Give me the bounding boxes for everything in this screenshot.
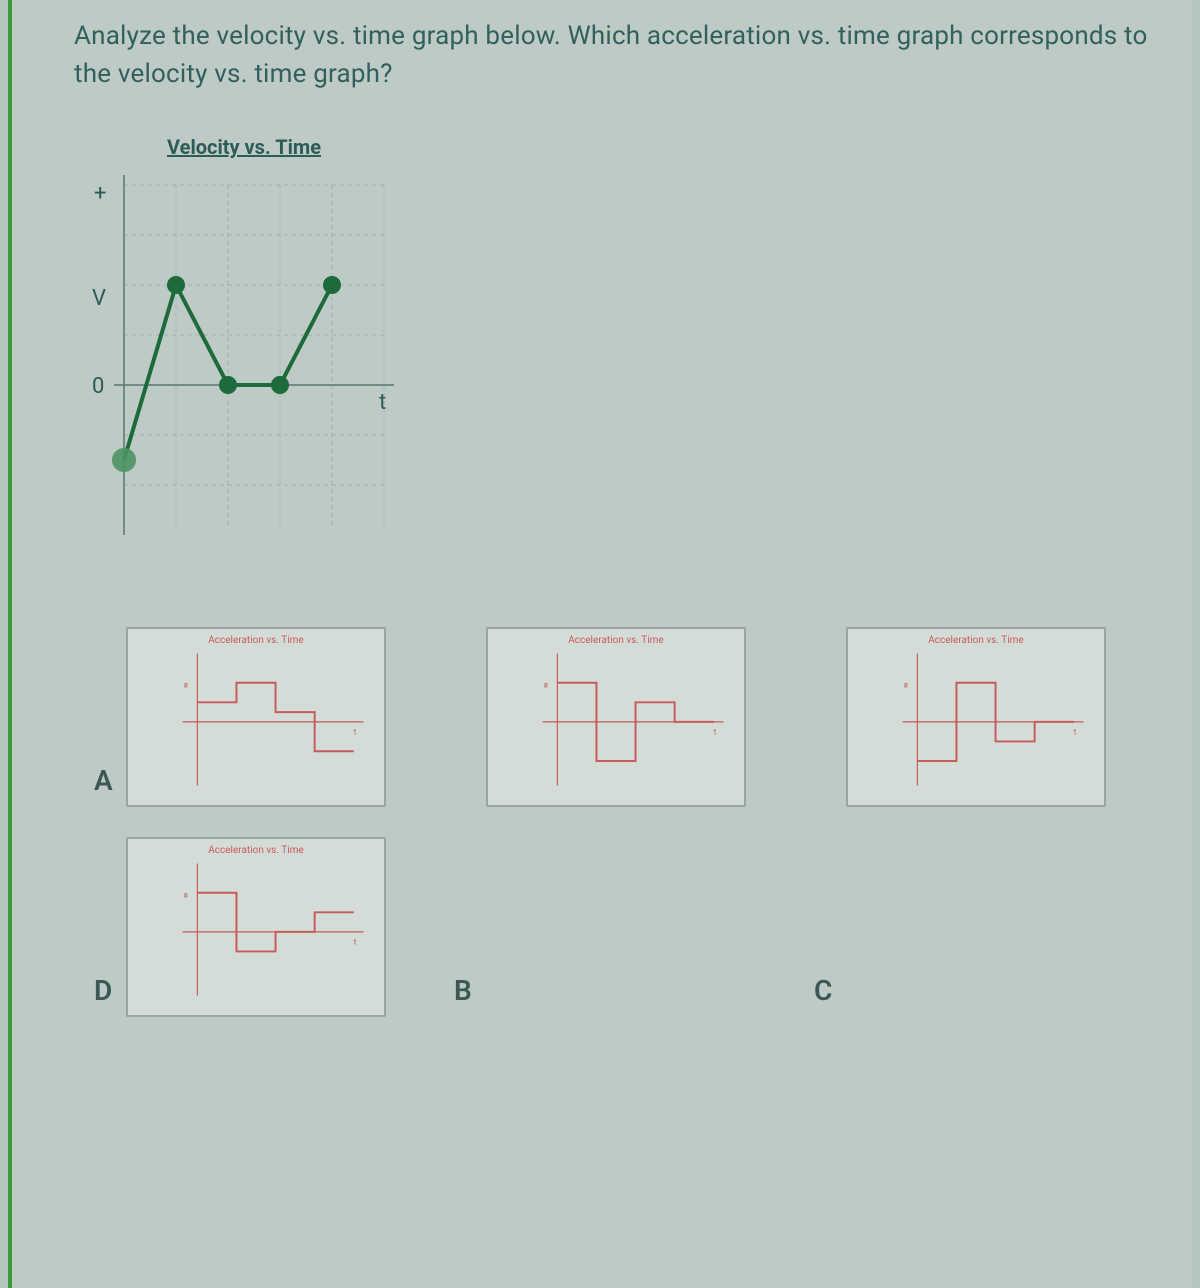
option-d[interactable]: Acceleration vs. Time a t D xyxy=(84,837,404,1017)
y-axis-label: V xyxy=(92,286,106,311)
question-text: Analyze the velocity vs. time graph belo… xyxy=(74,18,1156,93)
svg-text:t: t xyxy=(354,938,357,947)
main-chart-title: Velocity vs. Time xyxy=(84,135,404,159)
option-d-plot: a t xyxy=(128,839,384,1015)
question-frame: Analyze the velocity vs. time graph belo… xyxy=(8,0,1192,1288)
option-c-letter: C xyxy=(814,974,832,1007)
option-a-thumb: Acceleration vs. Time a t xyxy=(126,627,386,807)
option-a[interactable]: Acceleration vs. Time a t A xyxy=(84,627,404,807)
option-d-letter: D xyxy=(94,974,112,1007)
svg-text:t: t xyxy=(354,728,357,737)
svg-text:a: a xyxy=(904,681,908,690)
option-a-plot: a t xyxy=(128,629,384,805)
main-chart: Velocity vs. Time xyxy=(84,135,404,565)
option-c-thumb: Acceleration vs. Time a t xyxy=(846,627,1106,807)
y-zero-label: 0 xyxy=(92,374,104,399)
svg-text:t: t xyxy=(1074,728,1077,737)
option-c[interactable]: Acceleration vs. Time a t C xyxy=(804,627,1124,1017)
option-b-thumb: Acceleration vs. Time a t xyxy=(486,627,746,807)
svg-text:a: a xyxy=(184,891,188,900)
option-a-letter: A xyxy=(94,764,113,797)
option-b-plot: a t xyxy=(488,629,744,805)
svg-text:t: t xyxy=(714,728,717,737)
x-axis-label: t xyxy=(379,390,386,415)
svg-text:a: a xyxy=(544,681,548,690)
option-c-plot: a t xyxy=(848,629,1104,805)
options-row: Acceleration vs. Time a t A Acceleration… xyxy=(84,627,1156,1017)
option-d-thumb: Acceleration vs. Time a t xyxy=(126,837,386,1017)
option-b-letter: B xyxy=(454,974,472,1007)
option-b[interactable]: Acceleration vs. Time a t B xyxy=(444,627,764,1017)
y-plus-label: + xyxy=(94,181,106,206)
svg-text:a: a xyxy=(184,681,188,690)
velocity-time-plot: + V 0 t xyxy=(84,165,404,565)
